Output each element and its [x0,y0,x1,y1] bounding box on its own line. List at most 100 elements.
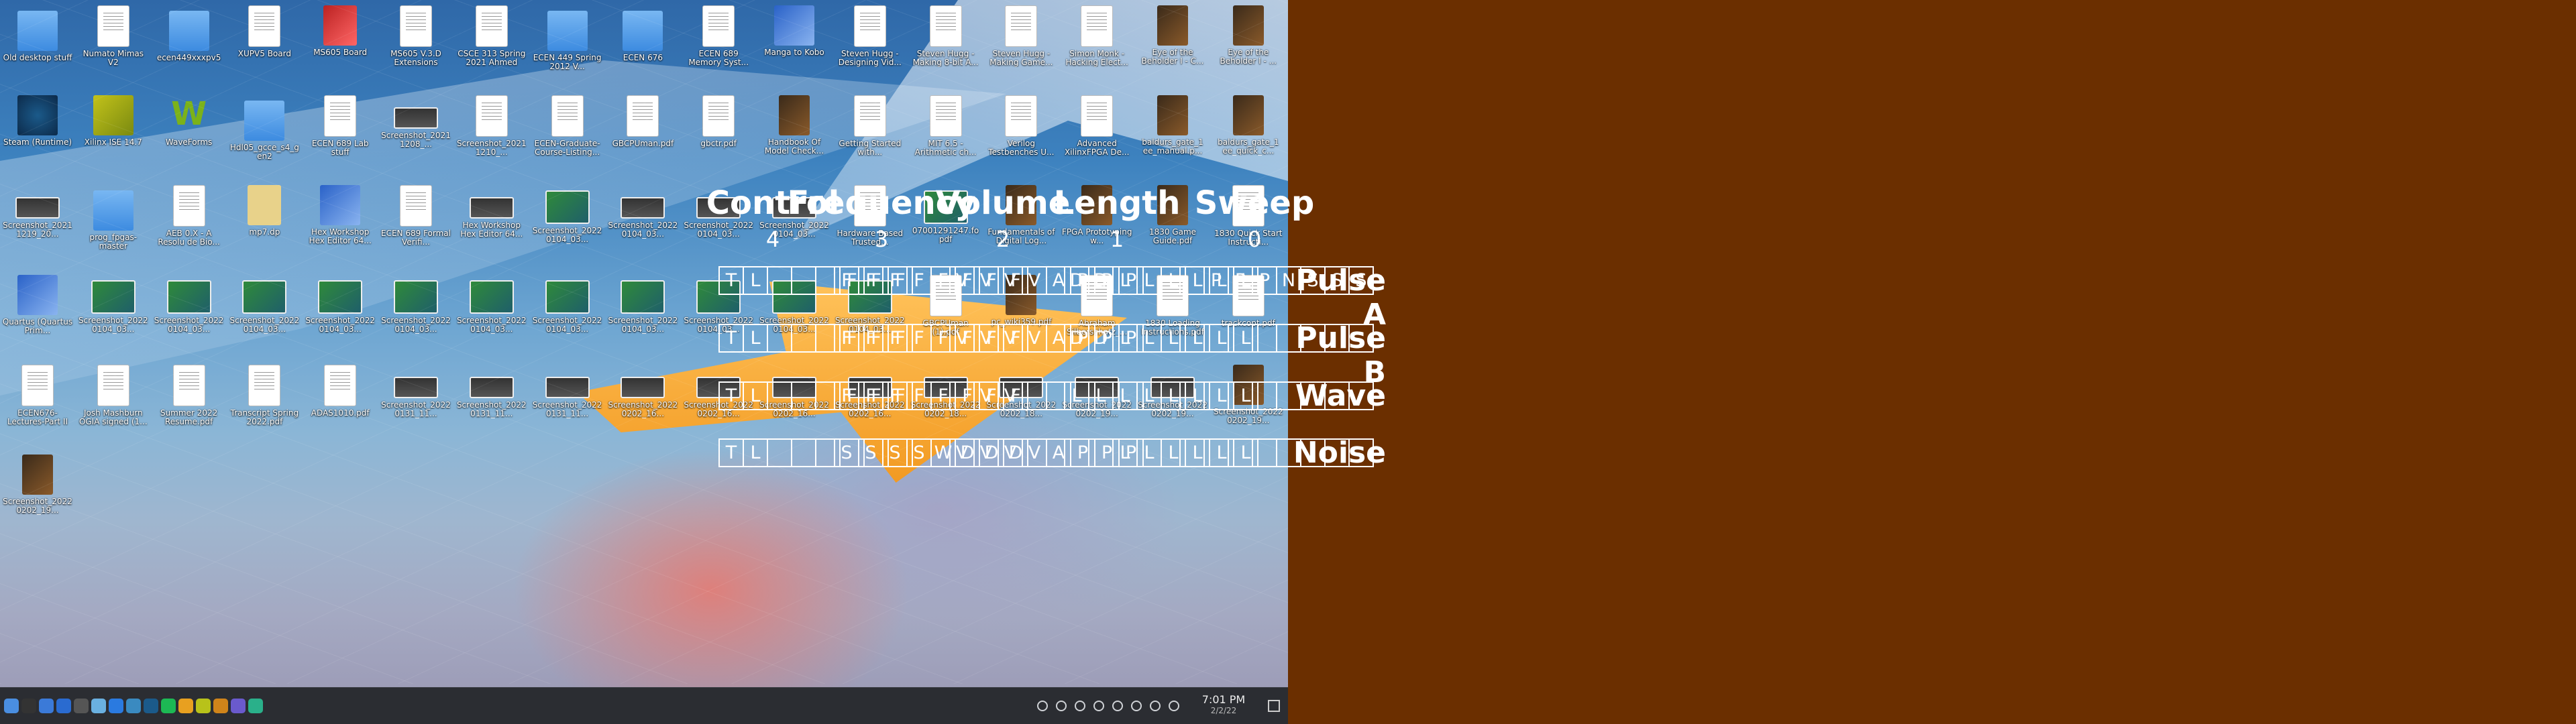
desktop-icon[interactable]: MS605 Board [303,3,378,88]
clipboard-icon[interactable] [1075,701,1085,711]
desktop-icon[interactable]: Manga to Kobo [757,3,832,88]
desktop-icon-label: Getting Started with... [839,139,902,157]
terminal-icon[interactable] [21,699,36,713]
desktop-icon[interactable]: Screenshot_20211210_... [454,93,529,178]
desktop-icon[interactable]: prog_fpgas-master [76,182,151,268]
desktop-icon[interactable]: mp7.dp [227,182,302,268]
dropbox-icon[interactable] [109,699,123,713]
folder-file-icon [168,11,209,51]
desktop-icon[interactable]: MIT 6.5 - Arithmetic ch... [908,93,983,178]
desktop-icon[interactable]: Hex Workshop Hex Editor 64... [454,182,529,268]
desktop-icon[interactable]: Steven Hugg - Designing Vid... [833,3,908,88]
desktop-icon[interactable]: Old desktop stuff [0,3,75,88]
register-bit: D [1088,324,1114,353]
shot-file-icon [621,377,665,398]
xilinx-icon[interactable] [196,699,211,713]
desktop-icon[interactable]: Quartus (Quartus Prim... [0,272,75,358]
desktop-icon[interactable]: Screenshot_20220104_03... [454,272,529,358]
desktop-icon[interactable]: Screenshot_20220202_19... [0,452,75,538]
desktop-icon[interactable]: Screenshot_20220104_03... [530,272,605,358]
taskbar: 7:01 PM 2/2/22 [0,687,1288,724]
desktop-icon[interactable]: Screenshot_20220131_11... [378,362,453,448]
volume-icon[interactable] [1093,701,1104,711]
steam-icon[interactable] [144,699,158,713]
desktop-icon[interactable]: ADAS1010.pdf [303,362,378,448]
console-icon[interactable] [74,699,89,713]
doc-file-icon [21,365,54,406]
desktop-icon[interactable]: Advanced XilinxFPGA De... [1059,93,1134,178]
column-register-number: 0 [1247,227,1262,252]
desktop-icon[interactable]: Screenshot_20220202_16... [605,362,680,448]
desktop-icon[interactable]: Xilinx ISE 14.7 [76,93,151,178]
digital-clock[interactable]: 7:01 PM 2/2/22 [1197,693,1250,715]
desktop-icon[interactable]: Numato Mimas V2 [76,3,151,88]
desktop-icon[interactable]: baldurs_gate_1 ee_manual.p... [1135,93,1210,178]
desktop-icon[interactable]: gbctr.pdf [681,93,756,178]
desktop-icon[interactable]: ecen449xxxpv5 [152,3,227,88]
desktop-icon[interactable]: Screenshot_20220104_03... [227,272,302,358]
desktop-icon[interactable]: Eye of the Beholder I - ... [1211,3,1286,88]
desktop-icon[interactable]: Josh Mashburn OGIA signed (1... [76,362,151,448]
media-icon[interactable] [1056,701,1067,711]
wifi-icon[interactable] [1150,701,1161,711]
register-byte [1179,381,1374,410]
desktop-icon[interactable]: XUPV5 Board [227,3,302,88]
desktop-icon-label: ECEN676-Lectures-Part II [7,409,68,426]
doc-file-icon [400,5,432,47]
desktop-icon[interactable]: Screenshot_20220104_03... [378,272,453,358]
nextcloud-icon[interactable] [91,699,106,713]
desktop-icon[interactable]: Screenshot_20211219_20... [0,182,75,268]
desktop-icon[interactable]: Summer 2022 Resume.pdf [152,362,227,448]
vivado-icon[interactable] [213,699,228,713]
expand-tray-icon[interactable] [1169,701,1179,711]
desktop-icon-label: Screenshot_20220104_03... [229,316,300,334]
desktop-icon[interactable]: ECEN 676 [605,3,680,88]
register-bit: V [1022,266,1047,295]
desktop-icon[interactable]: ECEN 689 Lab stuff [303,93,378,178]
desktop-icon-label: Eye of the Beholder I - C... [1141,48,1204,66]
desktop-icon[interactable]: Hex Workshop Hex Editor 64... [303,182,378,268]
desktop-icon[interactable]: ECEN 689 Memory Syst... [681,3,756,88]
register-bit: F [906,324,932,353]
desktop-icon[interactable]: Steven Hugg - Making 8-bit A... [908,3,983,88]
desktop-icon[interactable]: Verilog Testbenches U... [983,93,1059,178]
desktop-icon[interactable]: Transcript Spring 2022.pdf [227,362,302,448]
desktop-icon[interactable]: Screenshot_20220104_03... [76,272,151,358]
chrome-icon[interactable] [178,699,193,713]
desktop-icon[interactable]: Screenshot_20220131_11... [454,362,529,448]
desktop-icon[interactable]: Handbook Of Model Check... [757,93,832,178]
desktop-icon[interactable]: Simon Monk - Hacking Elect... [1059,3,1134,88]
bluetooth-icon[interactable] [1112,701,1123,711]
teams-icon[interactable] [231,699,246,713]
desktop-icon[interactable]: Screenshot_20220104_03... [530,182,605,268]
files-icon[interactable] [56,699,71,713]
desktop-icon[interactable]: ECEN 449 Spring 2012 V... [530,3,605,88]
dolphin-icon[interactable] [39,699,54,713]
desktop-icon[interactable]: AEB 0.X - A Resolu de Bio... [152,182,227,268]
desktop-icon[interactable]: MS605 V.3.D Extensions [378,3,453,88]
desktop-icon[interactable]: ECEN 689 Formal Verifi... [378,182,453,268]
desktop-icon[interactable]: Screenshot_20220104_03... [605,272,680,358]
desktop-icon[interactable]: Screenshot_20211208_... [378,93,453,178]
desktop-icon[interactable]: Getting Started with... [833,93,908,178]
kde-menu-icon[interactable] [4,699,19,713]
show-desktop-button[interactable] [1268,700,1280,712]
desktop-icon[interactable]: Steam (Runtime) [0,93,75,178]
desktop-icon[interactable]: Hdl05_gcce_s4_gen2 [227,93,302,178]
desktop-icon[interactable]: baldurs_gate_1 ee_quick_c... [1211,93,1286,178]
desktop-icon[interactable]: WaveForms [152,93,227,178]
display-icon[interactable] [1131,701,1142,711]
desktop-icon[interactable]: CSCE 313 Spring 2021 Ahmed [454,3,529,88]
spotify-icon[interactable] [161,699,176,713]
desktop-icon[interactable]: Screenshot_20220104_03... [303,272,378,358]
desktop-icon[interactable]: ECEN676-Lectures-Part II [0,362,75,448]
desktop-icon[interactable]: Eye of the Beholder I - C... [1135,3,1210,88]
kde-connect-icon[interactable] [126,699,141,713]
desktop-icon[interactable]: Steven Hugg - Making Game... [983,3,1059,88]
desktop-icon[interactable]: Screenshot_20220131_11... [530,362,605,448]
desktop-icon[interactable]: Screenshot_20220104_03... [152,272,227,358]
pycharm-icon[interactable] [248,699,263,713]
desktop-icon[interactable]: ECEN-Graduate-Course-Listing... [530,93,605,178]
desktop-icon[interactable]: GBCPUman.pdf [605,93,680,178]
network-icon[interactable] [1037,701,1048,711]
